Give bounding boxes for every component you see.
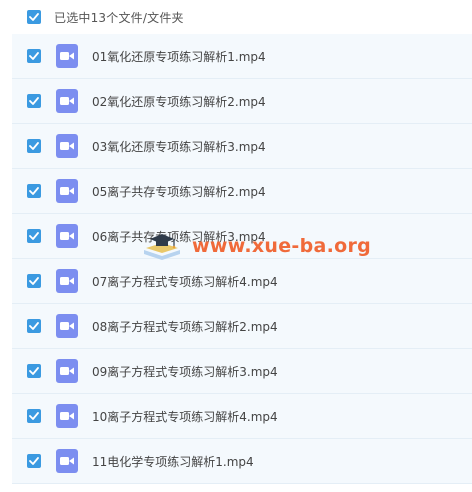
checkmark-icon	[29, 187, 39, 195]
file-name[interactable]: 05离子共存专项练习解析2.mp4	[92, 183, 266, 200]
file-list: 01氧化还原专项练习解析1.mp4 02氧化还原专项练习解析2.mp4 03氧化…	[12, 34, 472, 484]
checkmark-icon	[29, 232, 39, 240]
checkmark-icon	[29, 142, 39, 150]
video-file-icon	[56, 359, 78, 383]
video-file-icon	[56, 179, 78, 203]
file-row[interactable]: 08离子方程式专项练习解析2.mp4	[12, 304, 472, 349]
file-checkbox[interactable]	[27, 409, 41, 423]
file-checkbox[interactable]	[27, 319, 41, 333]
file-name[interactable]: 06离子共存专项练习解析3.mp4	[92, 228, 266, 245]
video-file-icon	[56, 224, 78, 248]
file-name[interactable]: 08离子方程式专项练习解析2.mp4	[92, 318, 278, 335]
file-checkbox[interactable]	[27, 139, 41, 153]
file-name[interactable]: 01氧化还原专项练习解析1.mp4	[92, 48, 266, 65]
file-row[interactable]: 11电化学专项练习解析1.mp4	[12, 439, 472, 484]
file-name[interactable]: 09离子方程式专项练习解析3.mp4	[92, 363, 278, 380]
file-row[interactable]: 05离子共存专项练习解析2.mp4	[12, 169, 472, 214]
file-checkbox[interactable]	[27, 184, 41, 198]
file-name[interactable]: 10离子方程式专项练习解析4.mp4	[92, 408, 278, 425]
checkmark-icon	[29, 13, 39, 21]
video-file-icon	[56, 134, 78, 158]
file-checkbox[interactable]	[27, 454, 41, 468]
file-name[interactable]: 03氧化还原专项练习解析3.mp4	[92, 138, 266, 155]
video-file-icon	[56, 404, 78, 428]
checkmark-icon	[29, 457, 39, 465]
checkmark-icon	[29, 322, 39, 330]
file-row[interactable]: 07离子方程式专项练习解析4.mp4	[12, 259, 472, 304]
file-row[interactable]: 10离子方程式专项练习解析4.mp4	[12, 394, 472, 439]
video-file-icon	[56, 449, 78, 473]
select-all-checkbox[interactable]	[27, 10, 41, 24]
file-checkbox[interactable]	[27, 274, 41, 288]
file-checkbox[interactable]	[27, 364, 41, 378]
file-row[interactable]: 06离子共存专项练习解析3.mp4	[12, 214, 472, 259]
file-name[interactable]: 02氧化还原专项练习解析2.mp4	[92, 93, 266, 110]
file-name[interactable]: 07离子方程式专项练习解析4.mp4	[92, 273, 278, 290]
file-checkbox[interactable]	[27, 229, 41, 243]
checkmark-icon	[29, 277, 39, 285]
checkmark-icon	[29, 367, 39, 375]
video-file-icon	[56, 314, 78, 338]
selection-count-label: 已选中13个文件/文件夹	[54, 10, 184, 25]
file-checkbox[interactable]	[27, 94, 41, 108]
file-row[interactable]: 01氧化还原专项练习解析1.mp4	[12, 34, 472, 79]
video-file-icon	[56, 44, 78, 68]
video-file-icon	[56, 89, 78, 113]
checkmark-icon	[29, 97, 39, 105]
checkmark-icon	[29, 412, 39, 420]
file-checkbox[interactable]	[27, 49, 41, 63]
file-row[interactable]: 02氧化还原专项练习解析2.mp4	[12, 79, 472, 124]
video-file-icon	[56, 269, 78, 293]
selection-header: 已选中13个文件/文件夹	[0, 0, 472, 34]
file-name[interactable]: 11电化学专项练习解析1.mp4	[92, 453, 254, 470]
file-row[interactable]: 09离子方程式专项练习解析3.mp4	[12, 349, 472, 394]
file-row[interactable]: 03氧化还原专项练习解析3.mp4	[12, 124, 472, 169]
checkmark-icon	[29, 52, 39, 60]
